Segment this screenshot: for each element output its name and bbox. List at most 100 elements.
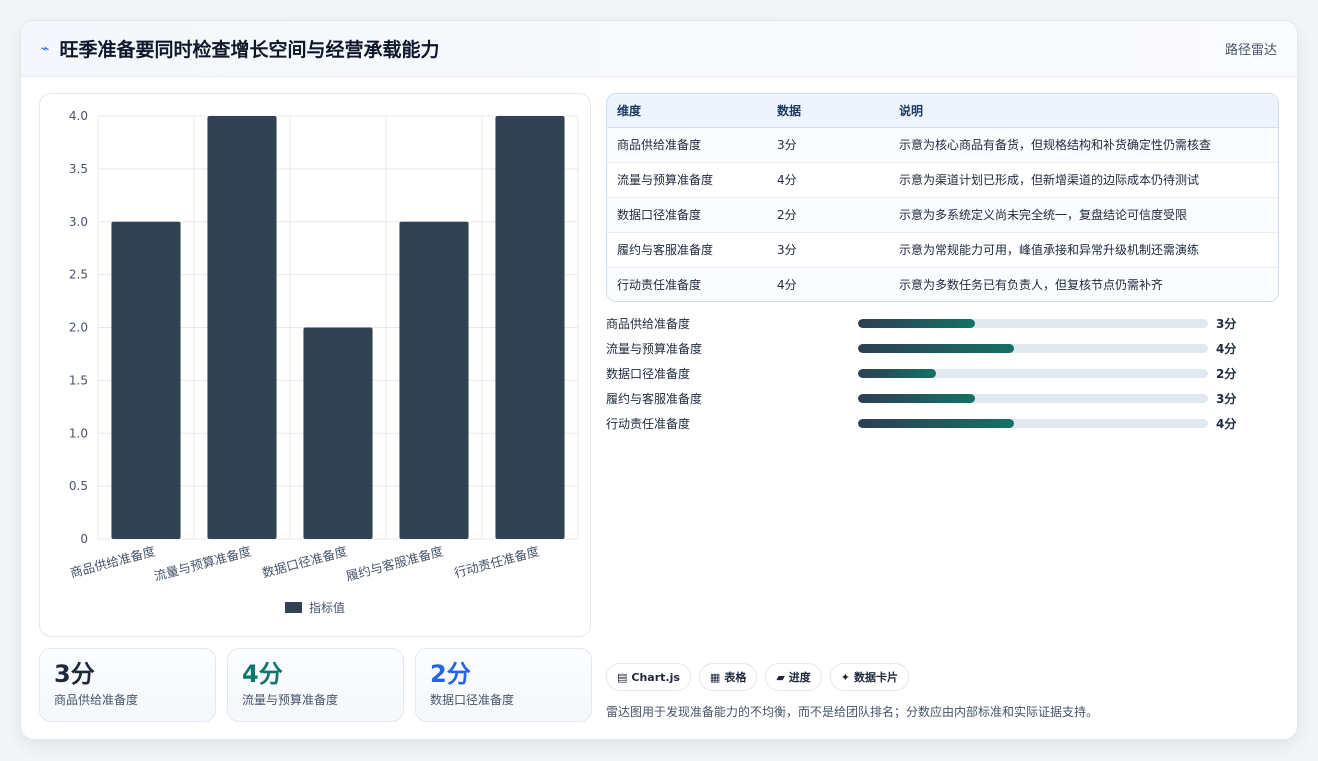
table-cell: 3分: [767, 127, 889, 163]
table-cell: 示意为核心商品有备货，但规格结构和补货确定性仍需核查: [889, 127, 1278, 163]
table-header-cell: 维度: [607, 94, 767, 128]
progress-fill: [858, 344, 1014, 353]
bar: [495, 116, 565, 539]
table-cell: 行动责任准备度: [607, 267, 767, 301]
table-header-row: 维度 数据 说明: [607, 94, 1278, 128]
progress-row: 流量与预算准备度 4分: [606, 336, 1279, 361]
progress-row: 商品供给准备度 3分: [606, 311, 1279, 336]
table-cell: 商品供给准备度: [607, 127, 767, 163]
chip-label: 数据卡片: [854, 671, 899, 684]
kpi-value: 3分: [54, 660, 95, 688]
progress-list: 商品供给准备度 3分 流量与预算准备度 4分 数据口径准备度 2分 履约与客服准…: [606, 311, 1279, 436]
table-header-cell: 数据: [767, 94, 889, 128]
y-tick-label: 4.0: [69, 109, 88, 123]
feature-chips: ▤ Chart.js ▦ 表格 ▰ 进度 ✦ 数据卡片: [606, 663, 910, 691]
x-tick-label: 商品供给准备度: [68, 543, 157, 580]
table-cell: 示意为常规能力可用，峰值承接和异常升级机制还需演练: [889, 232, 1278, 268]
table-icon: ▦: [709, 670, 721, 684]
bar: [207, 116, 277, 539]
progress-label: 商品供给准备度: [606, 317, 691, 331]
y-tick-label: 3.5: [69, 162, 88, 176]
kpi-label: 商品供给准备度: [54, 693, 139, 707]
table-cell: 3分: [767, 232, 889, 268]
progress-row: 履约与客服准备度 3分: [606, 386, 1279, 411]
y-tick-label: 0: [80, 532, 88, 546]
legend-swatch: [285, 602, 302, 613]
table-header-cell: 说明: [889, 94, 1278, 128]
progress-row: 数据口径准备度 2分: [606, 361, 1279, 386]
chip-label: Chart.js: [631, 670, 680, 684]
chip-label: 进度: [788, 671, 811, 684]
x-tick-label: 履约与客服准备度: [344, 543, 445, 584]
bar: [111, 221, 181, 539]
x-tick-label: 流量与预算准备度: [152, 543, 253, 584]
kpi-cards: 3分 商品供给准备度 4分 流量与预算准备度 2分 数据口径准备度: [39, 648, 592, 722]
table-row: 数据口径准备度 2分 示意为多系统定义尚未完全统一，复盘结论可信度受限: [607, 197, 1278, 233]
progress-fill: [858, 369, 936, 378]
progress-fill: [858, 394, 975, 403]
x-tick-label: 行动责任准备度: [452, 543, 541, 580]
progress-label: 数据口径准备度: [606, 367, 691, 381]
legend-label: 指标值: [309, 600, 345, 615]
progress-value: 3分: [1216, 317, 1237, 331]
pulse-icon: ⌁: [41, 40, 50, 57]
progress-fill: [858, 419, 1014, 428]
data-table: 维度 数据 说明 商品供给准备度 3分 示意为核心商品有备货，但规格结构和补货确…: [606, 93, 1279, 302]
chip-chartjs[interactable]: ▤ Chart.js: [606, 663, 691, 691]
progress-track: [858, 369, 1208, 378]
header: ⌁ 旺季准备要同时检查增长空间与经营承载能力 路径雷达: [21, 21, 1297, 77]
progress-value: 2分: [1216, 367, 1237, 381]
table-row: 商品供给准备度 3分 示意为核心商品有备货，但规格结构和补货确定性仍需核查: [607, 127, 1278, 163]
table-row: 履约与客服准备度 3分 示意为常规能力可用，峰值承接和异常升级机制还需演练: [607, 232, 1278, 268]
y-tick-label: 1.5: [69, 373, 88, 387]
sparkle-icon: ✦: [840, 670, 851, 684]
y-tick-label: 3.0: [69, 215, 88, 229]
y-tick-label: 1.0: [69, 426, 88, 440]
progress-label: 流量与预算准备度: [606, 342, 703, 356]
progress-row: 行动责任准备度 4分: [606, 411, 1279, 436]
y-tick-label: 2.0: [69, 321, 88, 335]
table-cell: 数据口径准备度: [607, 197, 767, 233]
progress-fill: [858, 319, 975, 328]
chip-data-card[interactable]: ✦ 数据卡片: [829, 663, 910, 691]
bar: [303, 327, 373, 539]
table-cell: 示意为渠道计划已形成，但新增渠道的边际成本仍待测试: [889, 162, 1278, 198]
progress-value: 3分: [1216, 392, 1237, 406]
progress-value: 4分: [1216, 417, 1237, 431]
y-tick-label: 2.5: [69, 268, 88, 282]
progress-track: [858, 394, 1208, 403]
progress-value: 4分: [1216, 342, 1237, 356]
progress-label: 履约与客服准备度: [606, 392, 703, 406]
page-title: 旺季准备要同时检查增长空间与经营承载能力: [59, 39, 440, 61]
x-tick-label: 数据口径准备度: [260, 543, 349, 580]
table-cell: 示意为多数任务已有负责人，但复核节点仍需补齐: [889, 267, 1278, 301]
table-cell: 2分: [767, 197, 889, 233]
bar-chart: 4.0 3.5 3.0 2.5 2.0 1.5 1.0 0.5 0 商品供给准备度 流量与预算准备度…: [39, 93, 591, 637]
kpi-card: 3分 商品供给准备度: [39, 648, 216, 722]
y-tick-label: 0.5: [69, 479, 88, 493]
kpi-card: 4分 流量与预算准备度: [227, 648, 404, 722]
chip-label: 表格: [724, 671, 747, 684]
table-cell: 履约与客服准备度: [607, 232, 767, 268]
footnote: 雷达图用于发现准备能力的不均衡，而不是给团队排名；分数应由内部标准和实际证据支持…: [606, 705, 1099, 719]
chip-progress[interactable]: ▰ 进度: [765, 663, 822, 691]
kpi-value: 2分: [430, 660, 471, 688]
bar: [399, 221, 469, 539]
kpi-value: 4分: [242, 660, 283, 688]
chart-icon: ▤: [617, 670, 628, 684]
progress-track: [858, 344, 1208, 353]
table-cell: 4分: [767, 162, 889, 198]
header-tag: 路径雷达: [1224, 43, 1277, 58]
table-cell: 示意为多系统定义尚未完全统一，复盘结论可信度受限: [889, 197, 1278, 233]
progress-icon: ▰: [776, 670, 785, 684]
main-card: ⌁ 旺季准备要同时检查增长空间与经营承载能力 路径雷达 4.0 3.5 3.0 2.5…: [20, 20, 1298, 740]
table-cell: 流量与预算准备度: [607, 162, 767, 198]
progress-label: 行动责任准备度: [606, 417, 691, 431]
bar-chart-svg: 4.0 3.5 3.0 2.5 2.0 1.5 1.0 0.5 0商品供给准备度流量与预算准备度…: [68, 109, 579, 615]
kpi-label: 数据口径准备度: [430, 693, 515, 707]
chip-table[interactable]: ▦ 表格: [698, 663, 758, 691]
table-row: 流量与预算准备度 4分 示意为渠道计划已形成，但新增渠道的边际成本仍待测试: [607, 162, 1278, 198]
table-cell: 4分: [767, 267, 889, 301]
progress-track: [858, 319, 1208, 328]
kpi-label: 流量与预算准备度: [242, 693, 339, 707]
